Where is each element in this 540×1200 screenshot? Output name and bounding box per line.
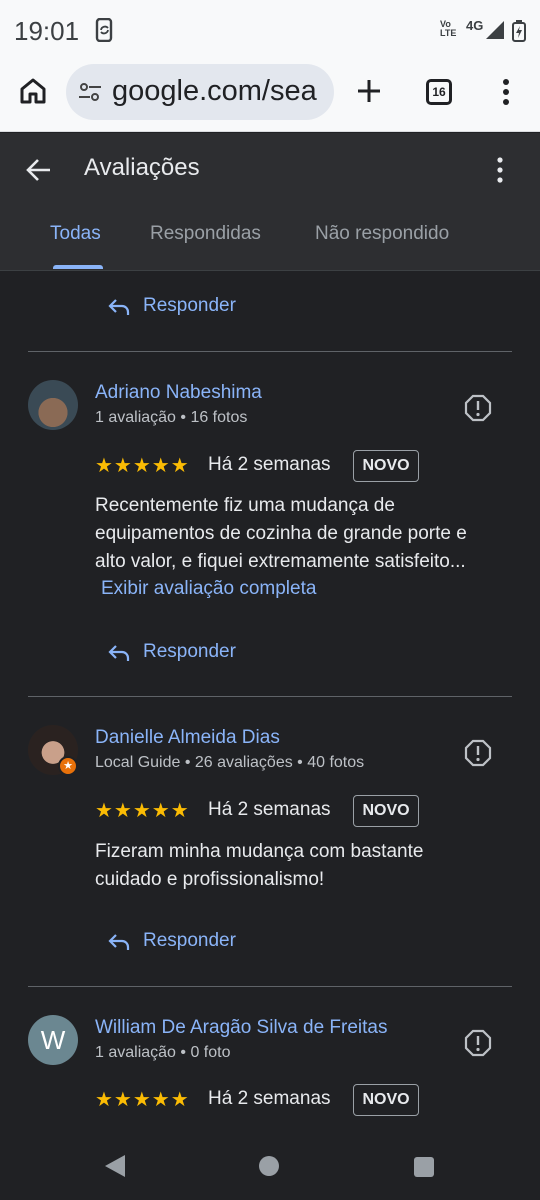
address-bar[interactable]: google.com/sea	[66, 64, 334, 120]
star-rating: ★★★★★	[95, 800, 190, 822]
review-date: Há 2 semanas	[208, 799, 331, 820]
sync-phone-icon	[95, 18, 113, 42]
new-badge: NOVO	[353, 1084, 419, 1116]
divider	[28, 986, 512, 987]
volte-icon: Vo LTE	[440, 19, 457, 38]
report-icon[interactable]	[464, 394, 492, 422]
report-icon[interactable]	[464, 739, 492, 767]
avatar[interactable]	[28, 380, 78, 430]
overflow-menu-icon[interactable]	[498, 78, 514, 106]
local-guide-badge: ★	[58, 756, 78, 776]
reviewer-meta: Local Guide • 26 avaliações • 40 fotos	[95, 754, 365, 771]
network-type: 4G	[466, 18, 484, 33]
page-title: Avaliações	[84, 154, 200, 181]
reviewer-meta: 1 avaliação • 0 foto	[95, 1044, 231, 1061]
nav-home-icon[interactable]	[259, 1156, 279, 1176]
status-bar: 19:01 Vo LTE 4G	[0, 0, 540, 62]
reply-icon	[108, 645, 130, 661]
reply-icon	[108, 934, 130, 950]
divider	[28, 351, 512, 352]
status-time: 19:01	[14, 16, 80, 46]
reviewer-name[interactable]: Danielle Almeida Dias	[95, 727, 280, 749]
app-header: Avaliações Todas Respondidas Não respond…	[0, 133, 540, 271]
star-rating: ★★★★★	[95, 1089, 190, 1111]
review-text: Fizeram minha mudança com bastante cuida…	[95, 841, 424, 890]
review-date: Há 2 semanas	[208, 454, 331, 475]
browser-toolbar: google.com/sea 16	[0, 62, 540, 132]
active-tab-indicator	[53, 265, 103, 269]
reviewer-meta: 1 avaliação • 16 fotos	[95, 409, 248, 426]
reply-label: Responder	[143, 641, 236, 662]
home-icon[interactable]	[18, 76, 48, 106]
url-text: google.com/sea	[112, 75, 317, 107]
tab-respondidas[interactable]: Respondidas	[150, 223, 261, 245]
new-tab-icon[interactable]	[354, 76, 384, 106]
show-full-review-link[interactable]: Exibir avaliação completa	[101, 578, 316, 600]
reviewer-name[interactable]: Adriano Nabeshima	[95, 382, 262, 404]
review-text: Recentemente fiz uma mudança de equipame…	[95, 495, 467, 572]
avatar[interactable]: W	[28, 1015, 78, 1065]
star-rating: ★★★★★	[95, 455, 190, 477]
tab-nao-respondido[interactable]: Não respondido	[315, 223, 449, 245]
reply-label: Responder	[143, 930, 236, 951]
signal-icon	[486, 21, 504, 39]
back-arrow-icon[interactable]	[24, 155, 54, 185]
tune-icon[interactable]	[78, 82, 102, 102]
reply-icon	[108, 299, 130, 315]
nav-back-icon[interactable]	[104, 1154, 126, 1178]
report-icon[interactable]	[464, 1029, 492, 1057]
battery-icon	[512, 20, 526, 42]
new-badge: NOVO	[353, 450, 419, 482]
tab-todas[interactable]: Todas	[50, 223, 101, 245]
nav-recents-icon[interactable]	[414, 1157, 434, 1177]
tab-switcher-button[interactable]: 16	[426, 79, 452, 105]
reply-label: Responder	[143, 295, 236, 316]
system-nav-bar	[0, 1131, 540, 1200]
new-badge: NOVO	[353, 795, 419, 827]
reviewer-name[interactable]: William De Aragão Silva de Freitas	[95, 1017, 388, 1039]
review-date: Há 2 semanas	[208, 1088, 331, 1109]
more-options-icon[interactable]	[494, 155, 506, 185]
divider	[28, 696, 512, 697]
